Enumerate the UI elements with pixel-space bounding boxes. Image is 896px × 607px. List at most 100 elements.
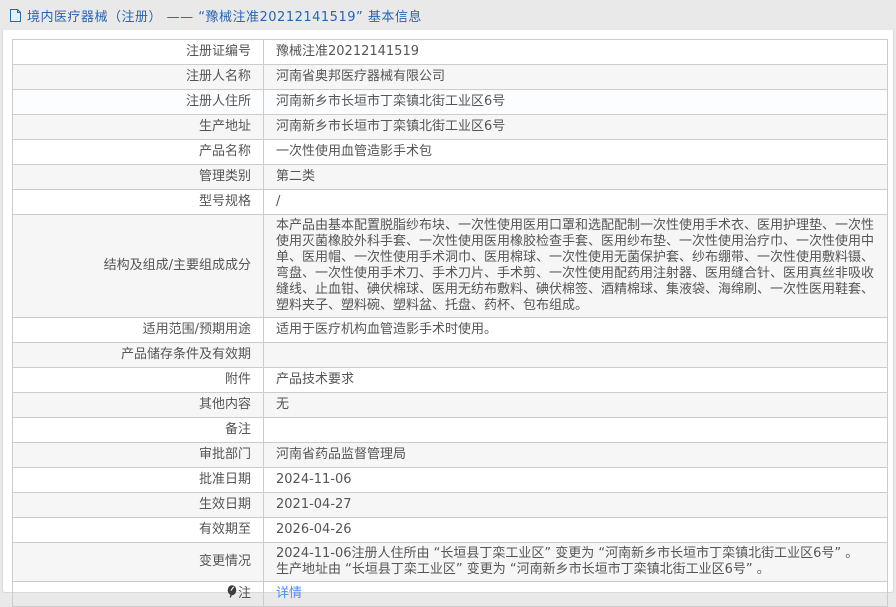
row-label: 结构及组成/主要组成成分	[12, 214, 264, 318]
row-value: 河南新乡市长垣市丁栾镇北街工业区6号	[263, 114, 888, 140]
row-value: 第二类	[263, 164, 888, 190]
row-value: 2021-04-27	[263, 492, 888, 518]
table-row: 产品名称 一次性使用血管造影手术包	[12, 139, 888, 165]
page-title: 境内医疗器械（注册） —— “豫械注准20212141519” 基本信息	[27, 9, 422, 25]
row-label-text: 注册人名称	[185, 69, 251, 84]
table-row: 注册证编号 豫械注准20212141519	[12, 39, 888, 65]
table-row: 适用范围/预期用途 适用于医疗机构血管造影手术时使用。	[12, 317, 888, 343]
row-value: 2026-04-26	[263, 517, 888, 543]
row-value-text: 2026-04-26	[276, 522, 352, 537]
row-label-text: 生产地址	[198, 119, 251, 134]
row-value: /	[263, 189, 888, 215]
row-label: 审批部门	[12, 442, 264, 468]
row-label: 注册人名称	[12, 64, 264, 90]
table-row: 有效期至 2026-04-26	[12, 517, 888, 543]
row-value-text: /	[276, 194, 281, 209]
row-label: 管理类别	[12, 164, 264, 190]
table-row: 型号规格 /	[12, 189, 888, 215]
row-label: 备注	[12, 417, 264, 443]
row-label: 有效期至	[12, 517, 264, 543]
row-value: 本产品由基本配置脱脂纱布块、一次性使用医用口罩和选配配制一次性使用手术衣、医用护…	[263, 214, 888, 318]
row-label: 变更情况	[12, 542, 264, 582]
row-value: 河南省药品监督管理局	[263, 442, 888, 468]
row-label: 产品名称	[12, 139, 264, 165]
row-label-text: 适用范围/预期用途	[142, 322, 251, 337]
details-link[interactable]: 详情	[276, 586, 302, 601]
row-value-text: 产品技术要求	[276, 372, 355, 387]
row-label: 型号规格	[12, 189, 264, 215]
row-value-text: 无	[276, 397, 290, 412]
table-row: 注 详情	[12, 581, 888, 607]
registration-info-table: 注册证编号 豫械注准20212141519 注册人名称 河南省奥邦医疗器械有限公司 注册…	[12, 39, 888, 607]
row-value-text: 第二类	[276, 169, 316, 184]
row-value: 无	[263, 392, 888, 418]
row-value: 详情	[263, 581, 888, 607]
table-row: 变更情况 2024-11-06注册人住所由 “长垣县丁栾工业区” 变更为 “河南新…	[12, 542, 888, 582]
table-row: 生产地址 河南新乡市长垣市丁栾镇北街工业区6号	[12, 114, 888, 140]
row-label: 产品储存条件及有效期	[12, 342, 264, 368]
row-value	[263, 342, 888, 368]
table-row: 生效日期 2021-04-27	[12, 492, 888, 518]
row-value: 2024-11-06注册人住所由 “长垣县丁栾工业区” 变更为 “河南新乡市长垣…	[263, 542, 888, 582]
note-icon	[227, 585, 237, 603]
row-value-text: 河南新乡市长垣市丁栾镇北街工业区6号	[276, 119, 506, 134]
row-label-text: 管理类别	[198, 169, 251, 184]
row-label: 生效日期	[12, 492, 264, 518]
row-value: 河南新乡市长垣市丁栾镇北街工业区6号	[263, 89, 888, 115]
row-label: 注	[12, 581, 264, 607]
table-row: 其他内容 无	[12, 392, 888, 418]
row-value: 适用于医疗机构血管造影手术时使用。	[263, 317, 888, 343]
row-label-text: 注册证编号	[185, 44, 251, 59]
row-label-text: 产品名称	[198, 144, 251, 159]
row-value-line: 2024-11-06注册人住所由 “长垣县丁栾工业区” 变更为 “河南新乡市长垣…	[276, 546, 859, 561]
table-row: 审批部门 河南省药品监督管理局	[12, 442, 888, 468]
table-row: 附件 产品技术要求	[12, 367, 888, 393]
table-row: 管理类别 第二类	[12, 164, 888, 190]
row-label: 注册人住所	[12, 89, 264, 115]
table-row: 注册人住所 河南新乡市长垣市丁栾镇北街工业区6号	[12, 89, 888, 115]
row-value-text: 豫械注准20212141519	[276, 44, 419, 59]
row-value-text: 河南省药品监督管理局	[276, 447, 407, 462]
row-label-text: 产品储存条件及有效期	[120, 347, 251, 362]
row-label: 适用范围/预期用途	[12, 317, 264, 343]
row-value: 一次性使用血管造影手术包	[263, 139, 888, 165]
row-value-text: 适用于医疗机构血管造影手术时使用。	[276, 322, 498, 337]
row-label-text: 附件	[224, 372, 251, 387]
row-value	[263, 417, 888, 443]
table-row: 结构及组成/主要组成成分 本产品由基本配置脱脂纱布块、一次性使用医用口罩和选配配制…	[12, 214, 888, 318]
row-label: 注册证编号	[12, 39, 264, 65]
row-value-text: 本产品由基本配置脱脂纱布块、一次性使用医用口罩和选配配制一次性使用手术衣、医用护…	[276, 218, 875, 313]
row-label-text: 审批部门	[198, 447, 251, 462]
row-label-text: 其他内容	[198, 397, 251, 412]
page-header: 境内医疗器械（注册） —— “豫械注准20212141519” 基本信息	[0, 0, 896, 30]
row-value-text: 2024-11-06	[276, 472, 352, 487]
row-label-text: 结构及组成/主要组成成分	[103, 258, 251, 273]
row-value: 2024-11-06	[263, 467, 888, 493]
row-label-text: 备注	[224, 422, 251, 437]
table-row: 注册人名称 河南省奥邦医疗器械有限公司	[12, 64, 888, 90]
row-value: 产品技术要求	[263, 367, 888, 393]
row-value-text: 一次性使用血管造影手术包	[276, 144, 433, 159]
table-row: 备注	[12, 417, 888, 443]
row-label: 生产地址	[12, 114, 264, 140]
row-label: 附件	[12, 367, 264, 393]
row-label-text: 注	[237, 586, 251, 601]
row-value-line: 生产地址由 “长垣县丁栾工业区” 变更为 “河南新乡市长垣市丁栾镇北街工业区6号…	[276, 562, 770, 577]
row-label: 批准日期	[12, 467, 264, 493]
row-label-text: 变更情况	[198, 554, 251, 569]
row-value-text: 2021-04-27	[276, 497, 352, 512]
row-label-text: 有效期至	[198, 522, 251, 537]
table-row: 产品储存条件及有效期	[12, 342, 888, 368]
row-label: 其他内容	[12, 392, 264, 418]
document-icon	[9, 8, 22, 23]
table-row: 批准日期 2024-11-06	[12, 467, 888, 493]
row-label-text: 型号规格	[198, 194, 251, 209]
row-value: 河南省奥邦医疗器械有限公司	[263, 64, 888, 90]
row-label-text: 批准日期	[198, 472, 251, 487]
row-label-text: 注册人住所	[185, 94, 251, 109]
row-label-text: 生效日期	[198, 497, 251, 512]
content-panel: 注册证编号 豫械注准20212141519 注册人名称 河南省奥邦医疗器械有限公司 注册…	[2, 30, 894, 607]
row-value: 豫械注准20212141519	[263, 39, 888, 65]
row-value-text: 河南新乡市长垣市丁栾镇北街工业区6号	[276, 94, 506, 109]
row-value-text: 河南省奥邦医疗器械有限公司	[276, 69, 446, 84]
